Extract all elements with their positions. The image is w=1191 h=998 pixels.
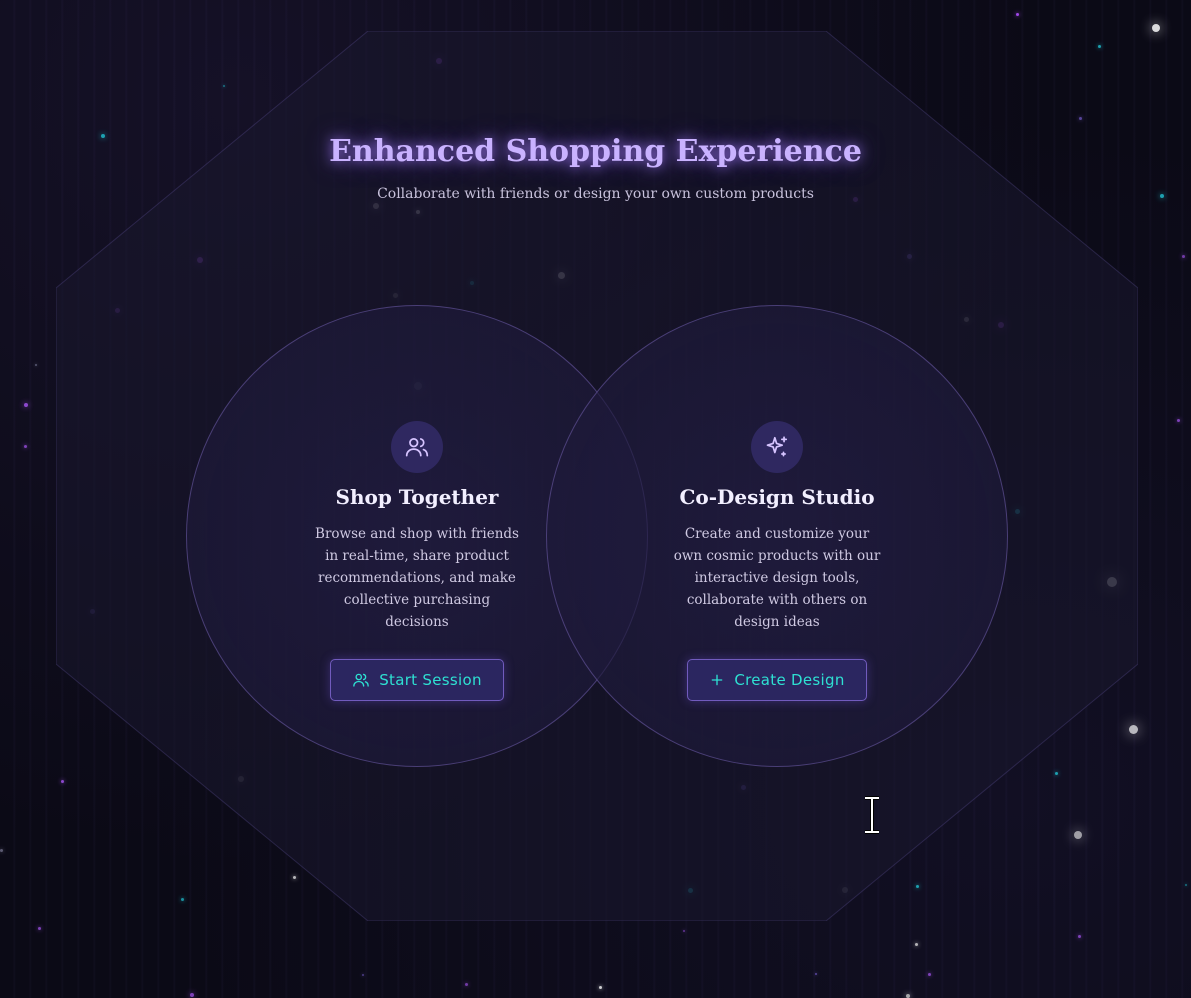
create-design-button[interactable]: Create Design <box>687 659 867 701</box>
page-title: Enhanced Shopping Experience <box>329 134 862 169</box>
star <box>1074 831 1082 839</box>
star <box>915 884 919 888</box>
star <box>190 993 194 997</box>
star <box>598 985 602 989</box>
star <box>1152 24 1160 32</box>
star <box>60 779 64 783</box>
star <box>223 85 225 87</box>
shop-together-description: Browse and shop with friends in real-tim… <box>315 526 519 630</box>
sparkles-icon <box>751 421 803 473</box>
text-cursor-icon <box>865 796 879 834</box>
page-subtitle: Collaborate with friends or design your … <box>377 186 814 202</box>
start-session-button[interactable]: Start Session <box>330 659 504 701</box>
star <box>683 930 685 932</box>
plus-icon <box>712 674 723 686</box>
star <box>1185 884 1187 886</box>
star <box>1176 418 1180 422</box>
co-design-studio-title: Co-Design Studio <box>679 485 875 509</box>
star <box>906 994 910 998</box>
page-background: Enhanced Shopping Experience Collaborate… <box>0 0 1191 998</box>
star <box>914 942 918 946</box>
star <box>1015 12 1019 16</box>
start-session-label: Start Session <box>379 671 482 689</box>
shop-together-title: Shop Together <box>335 485 499 509</box>
star <box>37 926 41 930</box>
star <box>1181 254 1185 258</box>
star <box>1077 934 1081 938</box>
star <box>1054 771 1058 775</box>
star <box>1078 116 1082 120</box>
users-icon <box>353 673 370 687</box>
star <box>1128 724 1138 734</box>
star <box>0 848 3 852</box>
star <box>1097 44 1101 48</box>
star <box>24 403 28 407</box>
create-design-label: Create Design <box>734 671 845 689</box>
shop-together-content: Shop Together Browse and shop with frien… <box>297 421 537 701</box>
star <box>35 364 37 366</box>
star <box>927 972 931 976</box>
star <box>362 974 364 976</box>
star <box>815 973 817 975</box>
star <box>180 897 184 901</box>
users-icon <box>391 421 443 473</box>
co-design-studio-content: Co-Design Studio Create and customize yo… <box>657 421 897 701</box>
star <box>292 875 296 879</box>
star <box>464 982 468 986</box>
co-design-studio-description: Create and customize your own cosmic pro… <box>673 526 881 630</box>
star <box>23 444 27 448</box>
